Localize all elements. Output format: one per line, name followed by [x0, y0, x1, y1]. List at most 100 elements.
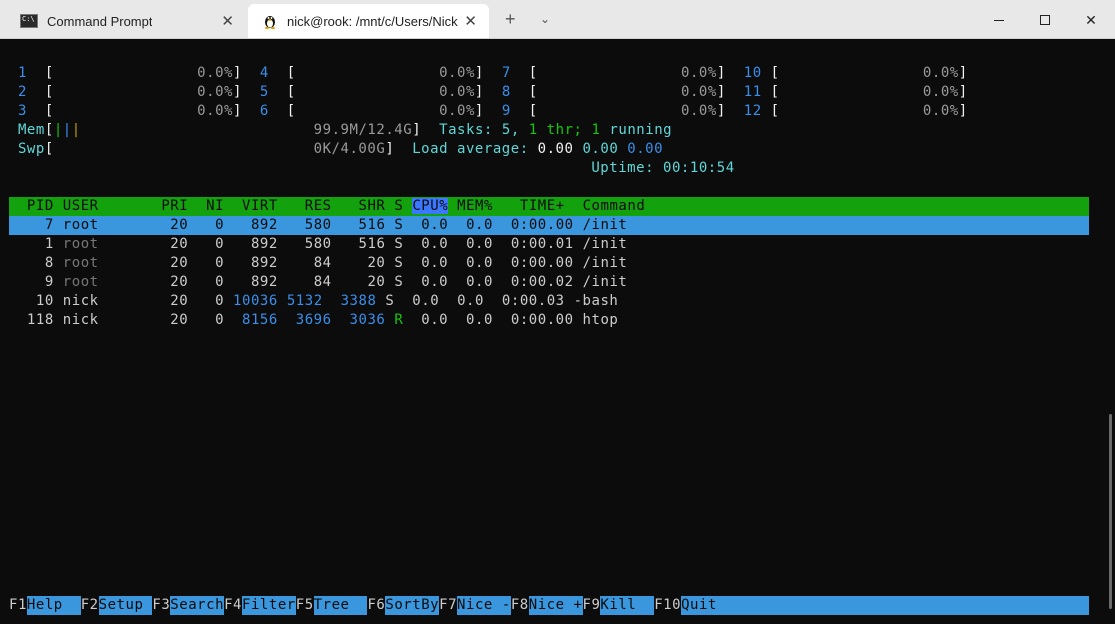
cpu: 0.0 — [421, 312, 449, 328]
fkey-search-label[interactable]: Search — [170, 596, 225, 615]
ni: 0 — [215, 217, 225, 233]
shr: 3388 — [340, 293, 377, 309]
virt: 8156 — [242, 312, 278, 328]
command-prompt-icon — [20, 14, 38, 28]
close-tab-icon[interactable]: ✕ — [464, 12, 477, 30]
close-icon: ✕ — [1085, 11, 1097, 28]
new-tab-icon[interactable]: + — [505, 9, 516, 30]
mem: 0.0 — [457, 293, 484, 309]
close-window-button[interactable]: ✕ — [1068, 6, 1114, 34]
res: 580 — [304, 217, 332, 233]
memory-row: Mem[||| 99.9M/12.4G] Tasks: 5, 1 thr; 1 … — [17, 122, 673, 138]
fkey-tree-label[interactable]: Tree — [313, 596, 368, 615]
swap-label: Swp — [17, 141, 45, 157]
table-row[interactable]: 9 root 20 0 892 84 20 S 0.0 0.0 0:00.02 … — [9, 273, 627, 292]
uptime-value: 00:10:54 — [663, 160, 735, 176]
ni: 0 — [215, 255, 225, 271]
cpu: 0.0 — [421, 255, 449, 271]
cpu: 0.0 — [412, 293, 440, 309]
function-key-bar: F1 Help F2 Setup F3 Search F4 Filter F5 Tree … — [9, 596, 1089, 615]
fkey-f10[interactable]: F10 — [654, 596, 682, 615]
fkey-f7[interactable]: F7 — [439, 596, 458, 615]
col-mem[interactable]: MEM% — [457, 198, 493, 214]
fkey-filter-label[interactable]: Filter — [241, 596, 296, 615]
fkey-setup-label[interactable]: Setup — [98, 596, 153, 615]
pri: 20 — [170, 255, 189, 271]
cpu-pct: 0.0% — [681, 84, 717, 100]
col-command[interactable]: Command — [583, 198, 646, 214]
cpu-id: 3 — [17, 103, 27, 119]
virt: 10036 — [233, 293, 278, 309]
fkey-f1[interactable]: F1 — [9, 596, 27, 615]
fkey-f6[interactable]: F6 — [367, 596, 386, 615]
time: 0:00.02 — [510, 274, 574, 290]
pid: 1 — [44, 236, 54, 252]
fkey-f2[interactable]: F2 — [80, 596, 99, 615]
user: nick — [62, 293, 99, 309]
threads-label: thr; — [546, 122, 583, 138]
threads-count: 1 — [528, 122, 538, 138]
scrollbar[interactable] — [1109, 414, 1112, 609]
table-row[interactable]: 118 nick 20 0 8156 3696 3036 R 0.0 0.0 0… — [9, 311, 618, 330]
tab-command-prompt[interactable]: Command Prompt ✕ — [6, 4, 246, 38]
cpu-pct: 0.0% — [197, 103, 233, 119]
time: 0:00.00 — [510, 255, 574, 271]
minimize-icon — [994, 19, 1004, 21]
col-ni[interactable]: NI — [206, 198, 224, 214]
col-user[interactable]: USER — [63, 198, 99, 214]
table-row[interactable]: 7 root 20 0 892 580 516 S 0.0 0.0 0:00.0… — [9, 216, 1089, 235]
cpu-pct: 0.0% — [922, 103, 959, 119]
cpu-pct: 0.0% — [439, 84, 475, 100]
res: 84 — [313, 255, 332, 271]
tab-nick-rook[interactable]: nick@rook: /mnt/c/Users/Nick ✕ — [248, 4, 489, 38]
terminal-area[interactable]: 1 [ 0.0%] 4 [ 0.0%] 7 [ 0.0%] 10 [ 0.0%]… — [0, 39, 1115, 624]
mem: 0.0 — [466, 217, 493, 233]
cpu-id: 4 — [259, 65, 269, 81]
user: root — [62, 274, 99, 290]
command: /init — [582, 217, 628, 233]
table-row[interactable]: 8 root 20 0 892 84 20 S 0.0 0.0 0:00.00 … — [9, 254, 627, 273]
col-pid[interactable]: PID — [27, 198, 54, 214]
col-time[interactable]: TIME+ — [520, 198, 565, 214]
state: S — [394, 217, 404, 233]
fkey-f4[interactable]: F4 — [224, 596, 242, 615]
memory-value: 99.9M/12.4G — [313, 122, 413, 138]
col-pri[interactable]: PRI — [161, 198, 188, 214]
fkey-quit-label[interactable]: Quit — [681, 596, 717, 615]
fkey-sortby-label[interactable]: SortBy — [385, 596, 440, 615]
fkey-kill-label[interactable]: Kill — [600, 596, 655, 615]
ni: 0 — [215, 293, 225, 309]
cpu-pct: 0.0% — [922, 84, 959, 100]
col-res[interactable]: RES — [305, 198, 332, 214]
fkey-nice-minus-label[interactable]: Nice - — [457, 596, 511, 615]
fkey-f9[interactable]: F9 — [582, 596, 601, 615]
fkey-bar-fill — [716, 596, 1089, 615]
memory-label: Mem — [17, 122, 45, 138]
col-state[interactable]: S — [394, 198, 403, 214]
fkey-f3[interactable]: F3 — [152, 596, 171, 615]
maximize-button[interactable] — [1022, 6, 1068, 34]
maximize-icon — [1040, 15, 1050, 25]
pid: 7 — [44, 217, 54, 233]
shr: 516 — [358, 217, 386, 233]
fkey-nice-plus-label[interactable]: Nice + — [528, 596, 583, 615]
table-row[interactable]: 1 root 20 0 892 580 516 S 0.0 0.0 0:00.0… — [9, 235, 627, 254]
fkey-help-label[interactable]: Help — [26, 596, 81, 615]
close-tab-icon[interactable]: ✕ — [221, 12, 234, 30]
tasks-label: Tasks: — [439, 122, 493, 138]
user: root — [62, 236, 99, 252]
fkey-f5[interactable]: F5 — [295, 596, 314, 615]
title-bar: Command Prompt ✕ nick@rook: /mnt/c/Users… — [0, 0, 1115, 39]
minimize-button[interactable] — [976, 6, 1022, 34]
col-virt[interactable]: VIRT — [242, 198, 278, 214]
col-cpu[interactable]: CPU% — [412, 198, 449, 214]
fkey-f8[interactable]: F8 — [510, 596, 529, 615]
chevron-down-icon[interactable]: ⌄ — [540, 12, 550, 26]
cpu-id: 11 — [743, 84, 762, 100]
table-row[interactable]: 10 nick 20 0 10036 5132 3388 S 0.0 0.0 0… — [9, 292, 618, 311]
cpu-pct: 0.0% — [197, 84, 233, 100]
time: 0:00.03 — [501, 293, 565, 309]
load-15min: 0.00 — [627, 141, 664, 157]
command: /init — [582, 236, 628, 252]
col-shr[interactable]: SHR — [359, 198, 386, 214]
